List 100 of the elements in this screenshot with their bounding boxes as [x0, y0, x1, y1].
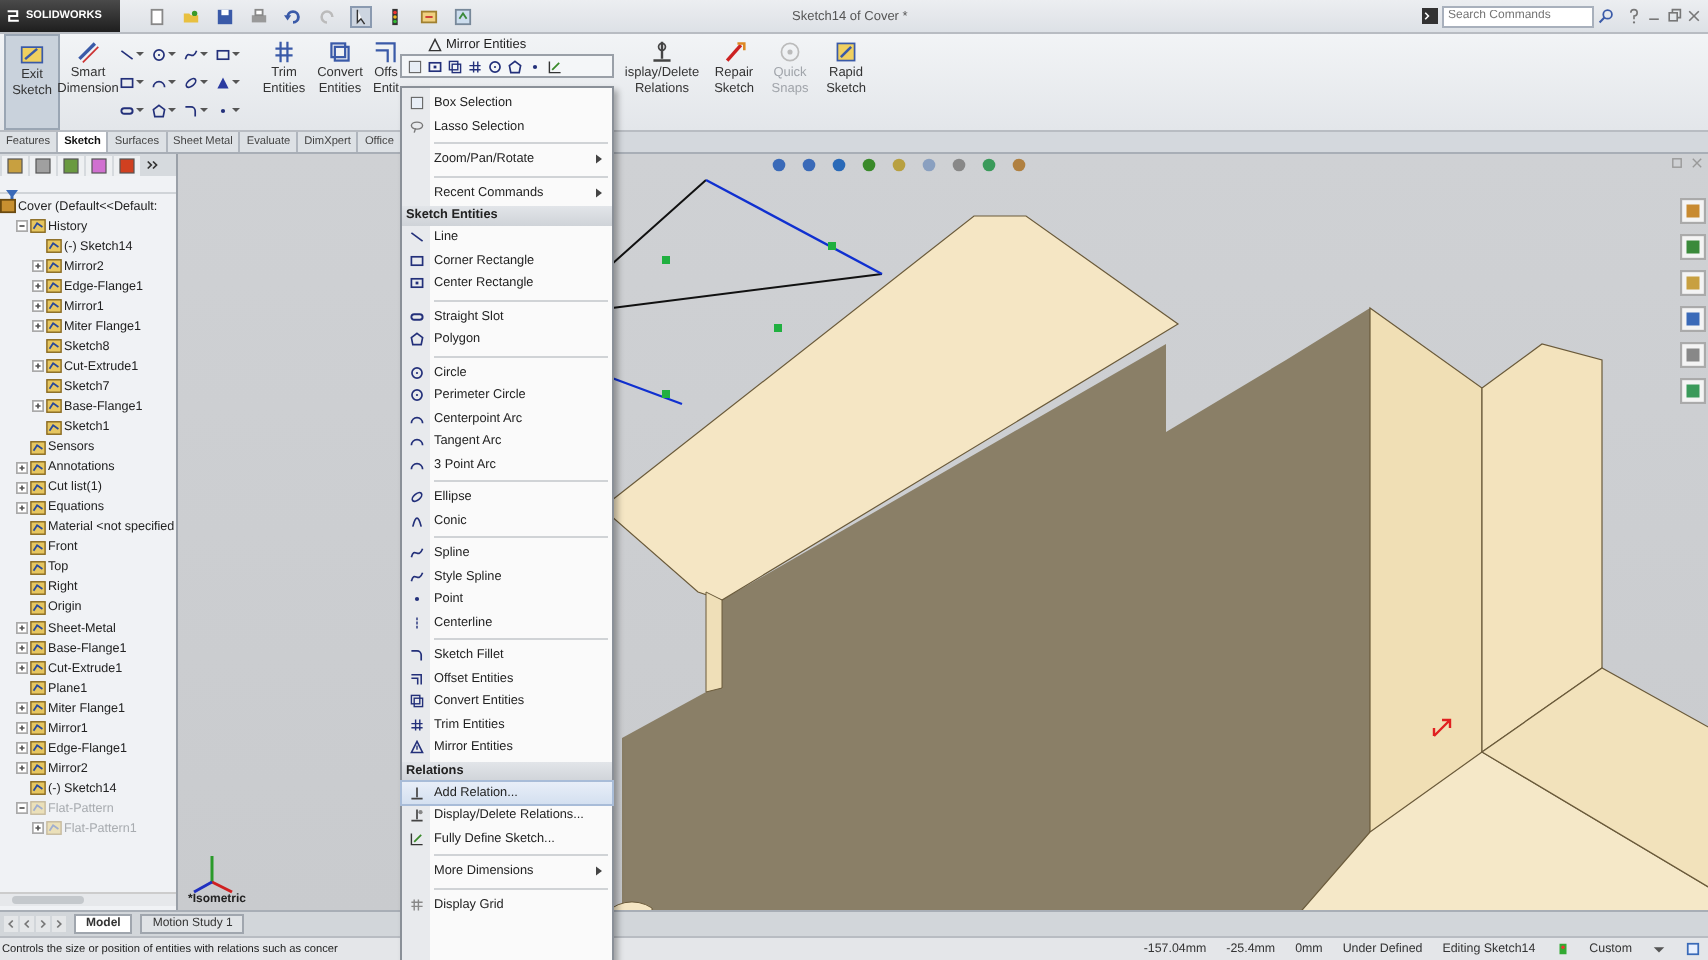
arc-icon	[152, 75, 166, 89]
polygon-icon	[152, 103, 166, 117]
tab-scroll-icon[interactable]	[4, 916, 18, 932]
select-pointer-icon[interactable]	[352, 7, 370, 25]
task-pane-icon[interactable]	[1680, 234, 1706, 260]
expand-toggle-icon[interactable]	[16, 461, 28, 474]
expand-toggle-icon[interactable]	[32, 280, 44, 293]
close-icon[interactable]	[1686, 8, 1702, 24]
dropdown-arrow-icon[interactable]	[168, 50, 176, 58]
feature-icon	[30, 599, 46, 616]
feature-icon	[30, 439, 46, 456]
fillet-icon	[409, 648, 423, 663]
lasso-icon	[409, 119, 423, 134]
trim-icon	[409, 717, 423, 732]
feature-icon	[30, 499, 46, 516]
filter-icon[interactable]	[6, 190, 18, 202]
feature-icon	[46, 358, 62, 375]
dropdown-arrow-icon[interactable]	[200, 50, 208, 58]
feature-icon	[30, 800, 46, 817]
axis-triad-icon	[193, 856, 233, 894]
circle-icon	[488, 59, 502, 73]
expand-toggle-icon[interactable]	[16, 762, 28, 775]
dropdown-arrow-icon[interactable]	[200, 78, 208, 86]
feature-icon	[46, 298, 62, 315]
file-properties-icon[interactable]	[420, 7, 438, 25]
horizontal-scrollbar[interactable]	[0, 892, 176, 906]
print-icon[interactable]	[250, 7, 268, 25]
tab-scroll-icon[interactable]	[52, 916, 66, 932]
dropdown-arrow-icon[interactable]	[168, 106, 176, 114]
panel-tab-icon[interactable]	[86, 155, 112, 175]
expand-toggle-icon[interactable]	[32, 822, 44, 835]
expand-toggle-icon[interactable]	[16, 662, 28, 675]
panel-tab-icon[interactable]	[114, 155, 140, 175]
collapse-toggle-icon[interactable]	[16, 802, 28, 815]
expand-toggle-icon[interactable]	[16, 722, 28, 735]
tab-scroll-icon[interactable]	[20, 916, 34, 932]
mirror-icon	[409, 740, 423, 755]
logo-mark-icon	[6, 8, 22, 24]
open-folder-icon[interactable]	[182, 7, 200, 25]
undo-icon[interactable]	[284, 7, 302, 25]
dropdown-arrow-icon[interactable]	[232, 50, 240, 58]
feature-icon	[30, 620, 46, 636]
exit-sketch-icon	[20, 42, 44, 66]
chevron-icon[interactable]	[146, 158, 160, 172]
fully-define-icon	[548, 59, 562, 73]
part-icon	[0, 198, 16, 215]
relation-icon	[409, 785, 423, 800]
feature-icon	[46, 378, 62, 395]
panel-tab-icon[interactable]	[58, 155, 84, 175]
feature-icon	[46, 338, 62, 355]
box-selection-icon	[409, 96, 423, 111]
task-pane-icon[interactable]	[1680, 306, 1706, 332]
feature-icon	[46, 278, 62, 295]
expand-toggle-icon[interactable]	[32, 300, 44, 313]
expand-toggle-icon[interactable]	[16, 702, 28, 715]
point-icon	[409, 592, 423, 607]
expand-toggle-icon[interactable]	[16, 481, 28, 494]
new-document-icon[interactable]	[148, 7, 166, 25]
repair-icon	[722, 40, 746, 64]
dropdown-arrow-icon[interactable]	[136, 78, 144, 86]
expand-toggle-icon[interactable]	[16, 742, 28, 755]
panel-tab-icon[interactable]	[2, 155, 28, 175]
trim-icon	[468, 59, 482, 73]
convert-icon	[409, 694, 423, 709]
dropdown-arrow-icon[interactable]	[168, 78, 176, 86]
feature-icon	[30, 559, 46, 576]
dropdown-arrow-icon[interactable]	[136, 106, 144, 114]
task-pane-icon[interactable]	[1680, 378, 1706, 404]
feature-icon	[46, 820, 62, 837]
feature-icon	[46, 398, 62, 415]
expand-toggle-icon[interactable]	[32, 360, 44, 373]
dropdown-arrow-icon[interactable]	[200, 106, 208, 114]
expand-toggle-icon[interactable]	[32, 260, 44, 273]
expand-toggle-icon[interactable]	[32, 320, 44, 333]
save-icon[interactable]	[216, 7, 234, 25]
expand-toggle-icon[interactable]	[16, 642, 28, 655]
task-pane-icon[interactable]	[1680, 198, 1706, 224]
restore-icon[interactable]	[1666, 8, 1682, 24]
point-icon	[216, 103, 230, 117]
polygon-icon	[409, 332, 423, 347]
expand-toggle-icon[interactable]	[16, 501, 28, 514]
dropdown-arrow-icon[interactable]	[232, 106, 240, 114]
dropdown-arrow-icon[interactable]	[1652, 942, 1666, 956]
help-icon[interactable]	[1626, 8, 1642, 24]
convert-icon	[448, 59, 462, 73]
expand-toggle-icon[interactable]	[16, 622, 28, 634]
move-handle-icon	[1432, 718, 1452, 738]
task-pane-icon[interactable]	[1680, 342, 1706, 368]
feature-icon	[30, 519, 46, 536]
dropdown-arrow-icon[interactable]	[232, 78, 240, 86]
panel-tab-icon[interactable]	[30, 155, 56, 175]
tab-scroll-icon[interactable]	[36, 916, 50, 932]
expand-toggle-icon[interactable]	[32, 400, 44, 413]
rebuild-icon[interactable]	[1555, 942, 1570, 956]
help-icon[interactable]	[1686, 942, 1700, 956]
rectangle-icon	[120, 75, 134, 89]
collapse-toggle-icon[interactable]	[16, 220, 28, 233]
options-icon[interactable]	[454, 7, 472, 25]
traffic-light-icon[interactable]	[386, 7, 404, 25]
dropdown-arrow-icon[interactable]	[136, 50, 144, 58]
